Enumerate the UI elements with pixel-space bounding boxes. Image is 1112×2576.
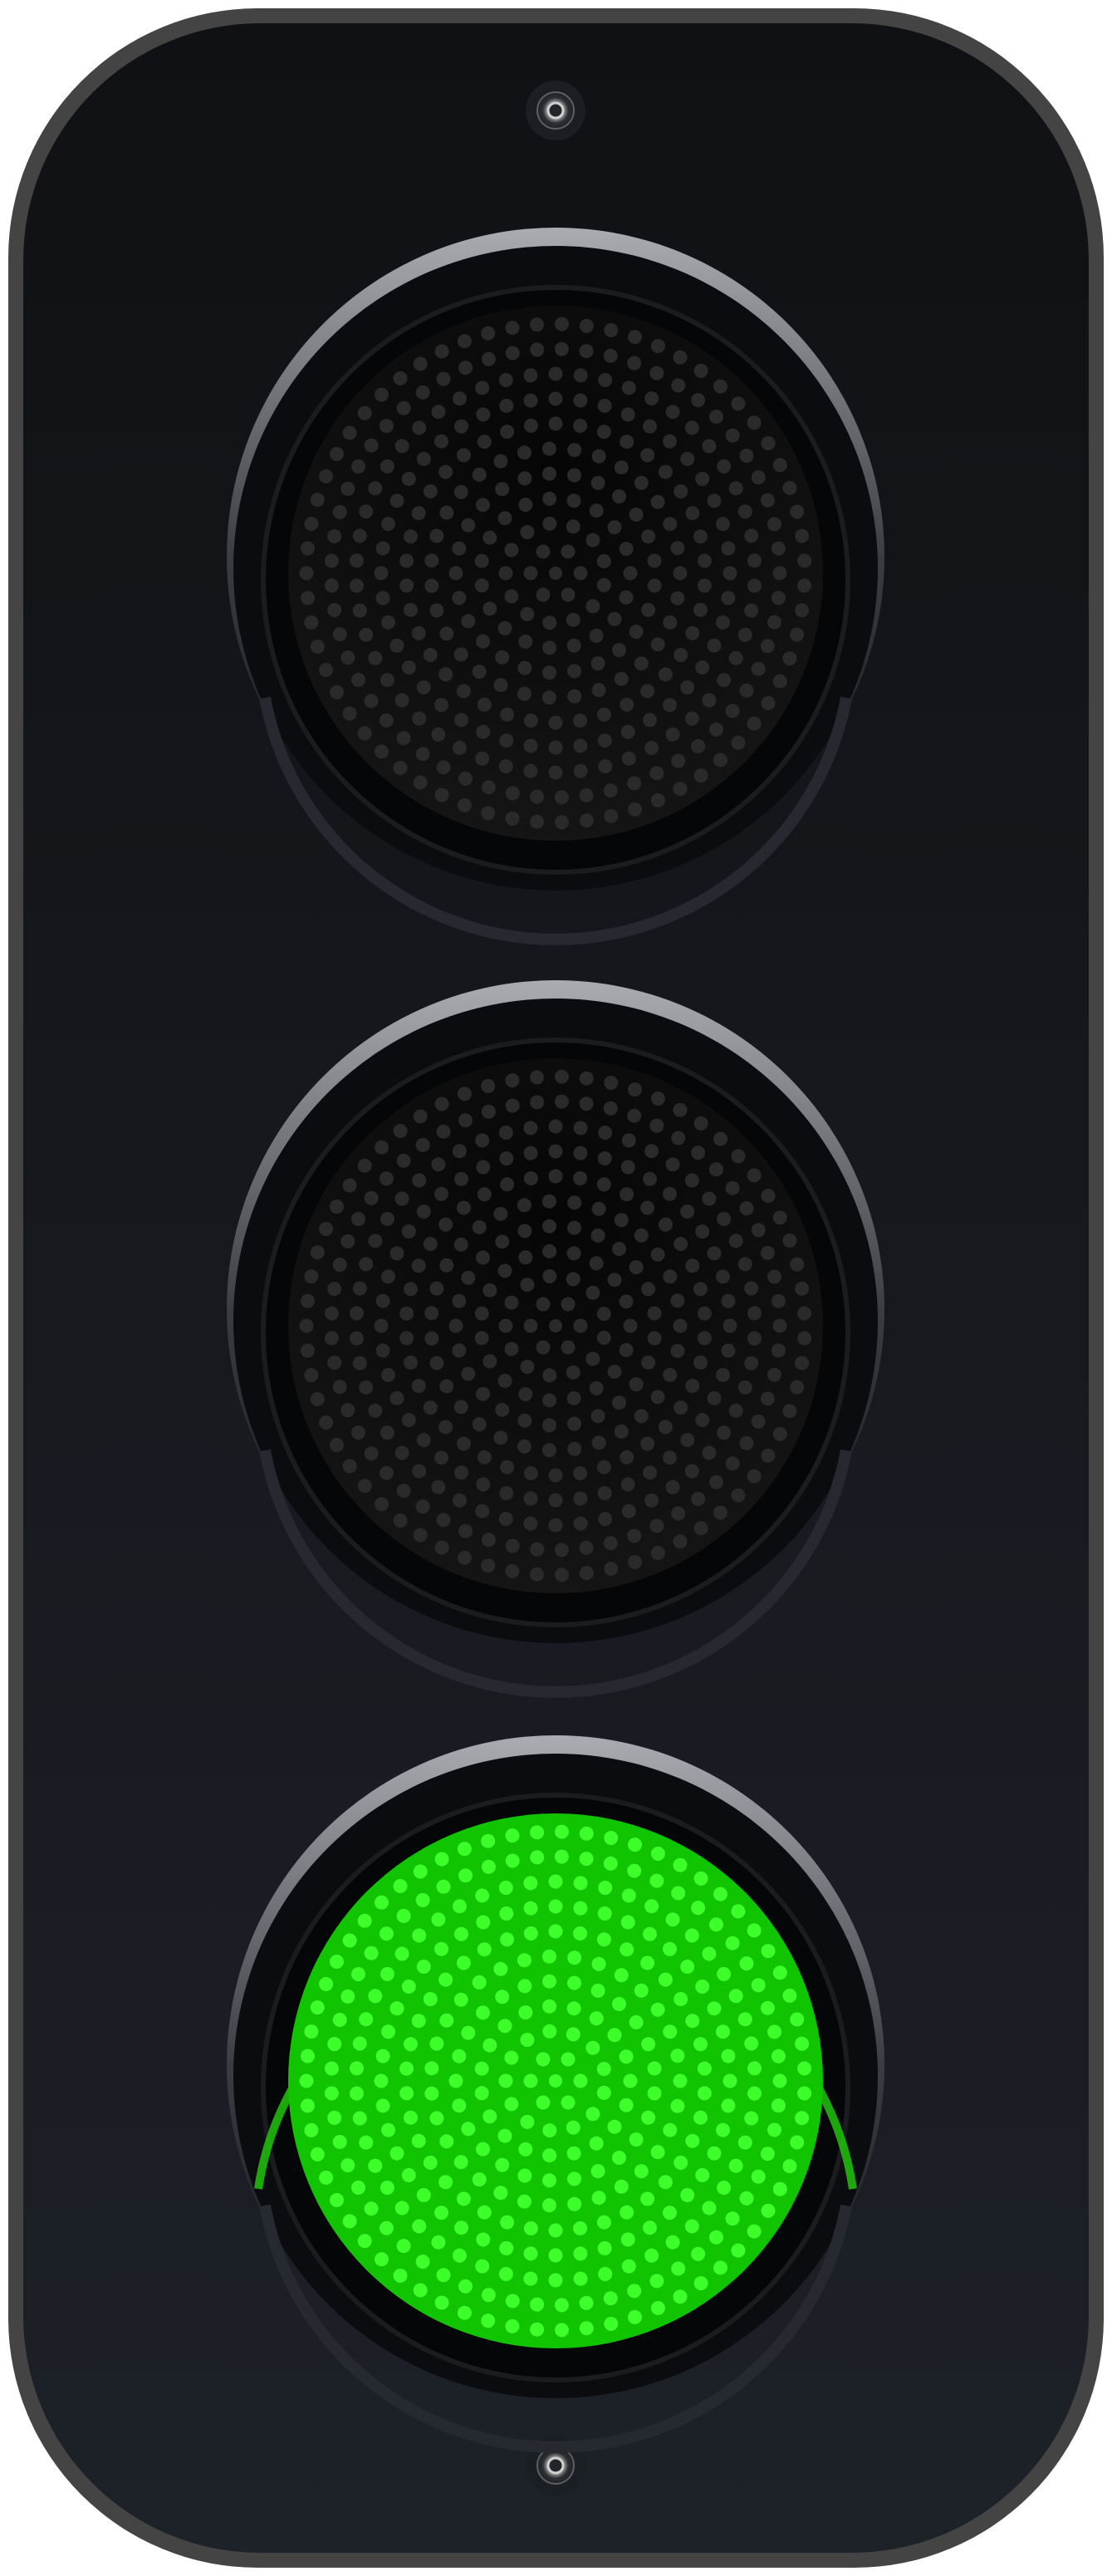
traffic-light <box>8 8 1104 2568</box>
top-screw-icon <box>526 81 585 140</box>
traffic-light-stage <box>0 0 1112 2576</box>
lamp-middle-yellow <box>227 980 884 1698</box>
lamp-top-red <box>227 228 884 945</box>
lamp-bottom-green <box>227 1735 884 2453</box>
